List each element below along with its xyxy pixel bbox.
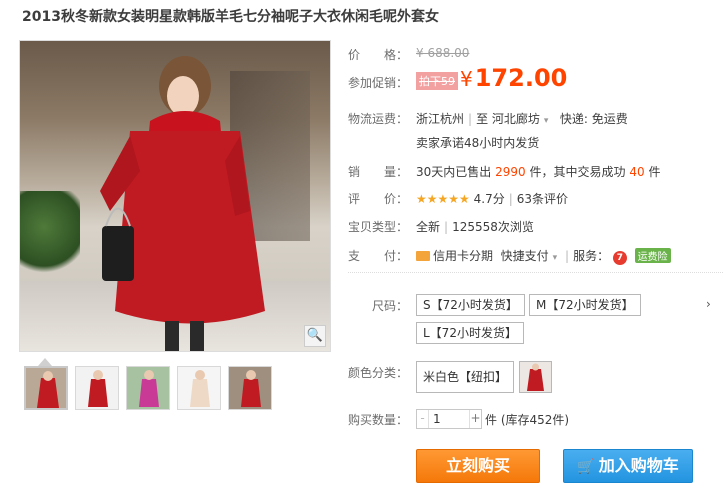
sales-info: 30天内已售出 2990 件，其中交易成功 40 件 <box>416 163 660 180</box>
thumbnail-2[interactable] <box>75 366 119 410</box>
quantity-input[interactable]: 1 <box>431 410 469 428</box>
quantity-label: 购买数量： <box>348 413 409 427</box>
size-label: 尺码： <box>372 299 409 313</box>
shipping-to-prefix: 至 <box>476 112 489 126</box>
currency-symbol: ¥ <box>460 67 473 91</box>
payment-label: 支 付： <box>348 249 409 263</box>
service-label: 服务： <box>573 249 610 263</box>
original-price: ¥ 688.00 <box>416 46 470 60</box>
thumbnail-3[interactable] <box>126 366 170 410</box>
shipping-express: 快递: 免运费 <box>559 112 628 126</box>
buy-now-button[interactable]: 立刻购买 <box>416 449 540 483</box>
size-option-m[interactable]: M【72小时发货】 <box>529 294 641 316</box>
size-option-l[interactable]: L【72小时发货】 <box>416 322 524 344</box>
shipping-from: 浙江杭州 <box>416 112 465 126</box>
success-count: 40 <box>629 165 645 179</box>
add-to-cart-label: 加入购物车 <box>598 456 679 475</box>
sales-prefix: 30天内已售出 <box>416 165 492 179</box>
shipping-destination[interactable]: 河北廊坊 <box>492 112 540 126</box>
payment-info: 信用卡分期 快捷支付 ▾ | 服务： 7 运费险 <box>416 247 671 265</box>
chevron-down-icon[interactable]: ▾ <box>553 253 558 263</box>
quantity-increase-button[interactable]: + <box>469 410 481 428</box>
thumbnail-5[interactable] <box>228 366 272 410</box>
shopping-cart-icon: 🛒 <box>577 459 595 475</box>
shipping-route: 浙江杭州 | 至 河北廊坊 ▾ 快递: 免运费 <box>416 112 628 126</box>
item-type-info: 全新 | 125558次浏览 <box>416 220 534 234</box>
star-rating-icon: ★★★★★ <box>416 192 470 206</box>
shipping-insurance-badge[interactable]: 运费险 <box>634 248 671 263</box>
seven-day-return-icon[interactable]: 7 <box>612 251 627 265</box>
chevron-right-icon[interactable]: › <box>706 297 711 311</box>
shipping-label: 物流运费： <box>348 112 409 126</box>
color-option-white[interactable]: 米白色【纽扣】 <box>416 361 515 393</box>
sales-suffix: 件 <box>648 165 661 179</box>
model-figure <box>100 56 265 351</box>
rating-score: 4.7分 <box>473 192 505 206</box>
stock-info: 件 (库存452件) <box>485 413 570 427</box>
quantity-decrease-button[interactable]: - <box>417 410 429 428</box>
main-product-image[interactable]: 🔍 <box>19 40 331 352</box>
promo-label: 参加促销： <box>348 76 409 90</box>
thumbnail-1[interactable] <box>24 366 68 410</box>
product-title: 2013秋冬新款女装明星款韩版羊毛七分袖呢子大衣休闲毛呢外套女 <box>22 9 439 25</box>
price-label: 价 格： <box>348 48 409 62</box>
size-option-s[interactable]: S【72小时发货】 <box>416 294 525 316</box>
rating-label: 评 价： <box>348 192 409 206</box>
chevron-down-icon[interactable]: ▾ <box>544 116 549 126</box>
color-option-red-swatch[interactable] <box>519 361 552 393</box>
credit-card-icon <box>416 251 430 261</box>
promo-price-value: 172.00 <box>474 64 568 92</box>
item-type-label: 宝贝类型： <box>348 220 409 234</box>
sales-label: 销 量： <box>348 165 409 179</box>
promo-tag: 拍下59 <box>416 72 458 90</box>
review-count-link[interactable]: 63条评价 <box>517 192 568 206</box>
credit-installment-link[interactable]: 信用卡分期 <box>433 249 493 263</box>
thumbnail-4[interactable] <box>177 366 221 410</box>
promo-price: ¥172.00 <box>460 64 567 92</box>
rating-info: ★★★★★ 4.7分 | 63条评价 <box>416 192 569 206</box>
add-to-cart-button[interactable]: 🛒 加入购物车 <box>563 449 693 483</box>
shipping-promise: 卖家承诺48小时内发货 <box>416 136 540 150</box>
quantity-stepper: - 1 + <box>416 409 482 429</box>
section-divider <box>348 272 723 273</box>
search-icon[interactable]: 🔍 <box>304 325 326 347</box>
item-condition: 全新 <box>416 220 441 234</box>
thumbnail-pointer <box>38 358 52 366</box>
quick-pay-link[interactable]: 快捷支付 <box>501 249 549 263</box>
sales-count: 2990 <box>495 165 526 179</box>
sales-mid: 件，其中交易成功 <box>529 165 626 179</box>
color-label: 颜色分类： <box>348 366 409 380</box>
view-count: 125558次浏览 <box>452 220 534 234</box>
